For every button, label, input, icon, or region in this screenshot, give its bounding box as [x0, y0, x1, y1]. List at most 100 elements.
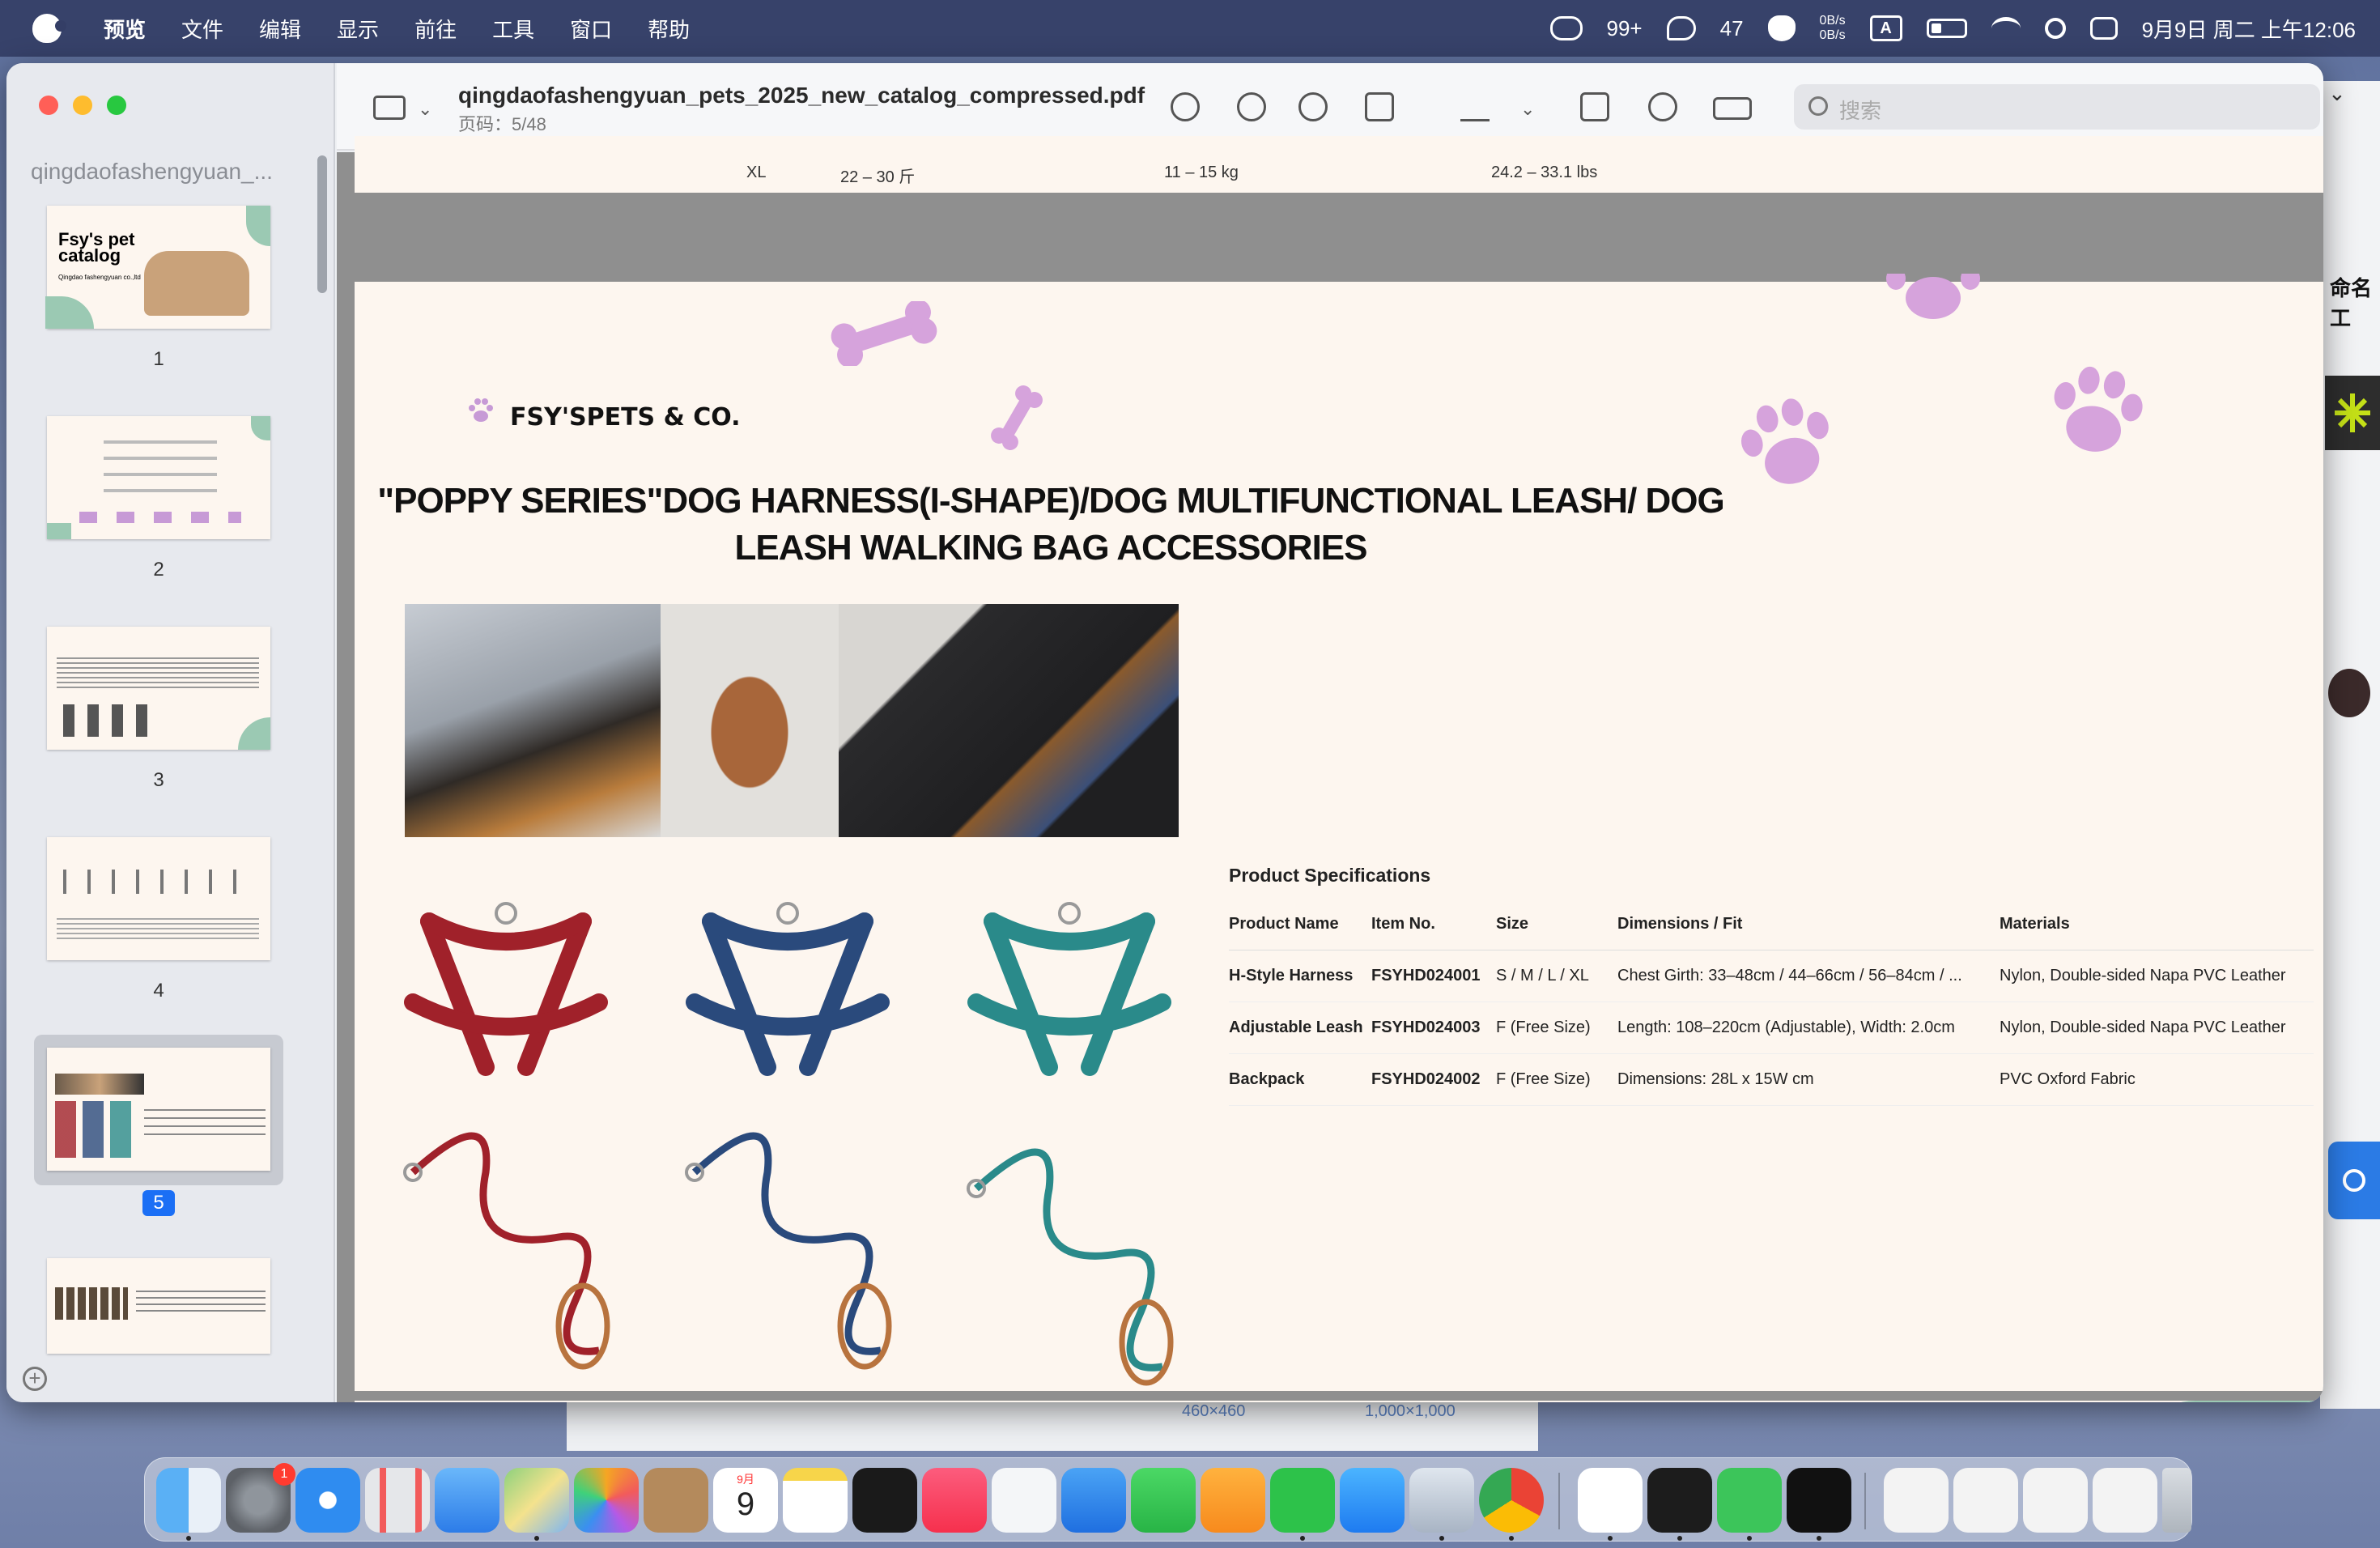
highlight-pen-icon[interactable] [1460, 92, 1490, 121]
photos-icon[interactable] [574, 1468, 639, 1533]
menu-tools[interactable]: 工具 [492, 14, 534, 44]
minimized-window-thumbnail[interactable] [1953, 1468, 2018, 1533]
info-icon[interactable] [1171, 92, 1200, 121]
finder-icon[interactable] [156, 1468, 221, 1533]
safari-icon[interactable] [295, 1468, 360, 1533]
harness-closeup-photo [839, 604, 1179, 837]
chevron-down-icon[interactable]: ⌄ [1520, 99, 1535, 120]
add-page-icon[interactable]: + [23, 1367, 47, 1391]
calendar-day: 9 [736, 1486, 755, 1522]
spotlight-search-icon[interactable] [2044, 18, 2066, 39]
red-leash-image [403, 1132, 610, 1370]
zoom-out-icon[interactable] [1237, 92, 1266, 121]
thumbnail-page-5[interactable] [47, 1048, 270, 1171]
terminal-icon[interactable] [1647, 1468, 1712, 1533]
keynote-icon[interactable] [1061, 1468, 1126, 1533]
network-speed[interactable]: 0B/s 0B/s [1820, 14, 1846, 43]
menu-preview[interactable]: 预览 [104, 14, 146, 44]
size-label: XL [746, 164, 767, 181]
spec-cell: F (Free Size) [1496, 1053, 1617, 1106]
page-title-line-2: LEASH WALKING BAG ACCESSORIES [734, 528, 1368, 568]
spec-header-size: Size [1496, 904, 1617, 950]
markup-icon[interactable] [1648, 92, 1677, 121]
menu-view[interactable]: 显示 [337, 14, 379, 44]
freeform-icon[interactable] [992, 1468, 1056, 1533]
close-button[interactable] [39, 96, 58, 115]
app-logo-icon[interactable] [2325, 376, 2380, 450]
spec-cell: Nylon, Double-sided Napa PVC Leather [2000, 950, 2314, 1002]
avatar[interactable] [2328, 669, 2370, 717]
spec-cell: Adjustable Leash [1229, 1002, 1371, 1054]
brand-paw-icon [469, 398, 493, 422]
messages-icon[interactable] [1717, 1468, 1782, 1533]
launchpad-icon[interactable] [365, 1468, 430, 1533]
bone-decoration-icon [831, 301, 937, 366]
menu-window[interactable]: 窗口 [570, 14, 612, 44]
music-icon[interactable] [922, 1468, 987, 1533]
wechat-count: 99+ [1606, 15, 1643, 40]
battery-icon[interactable] [1926, 19, 1967, 38]
chrome-icon[interactable] [1479, 1468, 1544, 1533]
wechat-icon[interactable] [1270, 1468, 1335, 1533]
chevron-down-icon[interactable]: ⌄ [418, 99, 432, 120]
minimized-window-thumbnail[interactable] [2023, 1468, 2088, 1533]
calendar-month: 9月 [737, 1473, 754, 1486]
thumbnail-page-1[interactable]: Fsy's pet catalog Qingdao fashengyuan co… [45, 206, 270, 329]
minimized-window-thumbnail[interactable] [1884, 1468, 1949, 1533]
search-field[interactable]: 搜索 [1794, 84, 2320, 130]
page-number-2: 2 [153, 559, 164, 580]
signature-icon[interactable] [1713, 97, 1752, 120]
apple-tv-icon[interactable] [852, 1468, 917, 1533]
background-dimension-1: 460×460 [1182, 1402, 1246, 1420]
share-icon[interactable] [1365, 92, 1394, 121]
document-view[interactable]: XL 22 – 30 斤 11 – 15 kg 24.2 – 33.1 lbs [337, 136, 2323, 1402]
menu-file[interactable]: 文件 [181, 14, 223, 44]
sidebar-scrollbar[interactable] [317, 155, 327, 293]
page-title-line-1: "POPPY SERIES"DOG HARNESS(I-SHAPE)/DOG M… [377, 481, 1725, 521]
wifi-icon[interactable] [1991, 17, 2021, 40]
app-store-icon[interactable] [1340, 1468, 1405, 1533]
wechat-status-icon[interactable] [1549, 16, 1583, 40]
rotate-icon[interactable] [1580, 92, 1609, 121]
trash-icon[interactable] [2162, 1468, 2191, 1533]
thumbnail-page-6[interactable] [47, 1258, 270, 1354]
minimize-button[interactable] [73, 96, 92, 115]
zoom-in-icon[interactable] [1298, 92, 1328, 121]
menu-edit[interactable]: 编辑 [259, 14, 301, 44]
calendar-icon[interactable]: 9月 9 [713, 1468, 778, 1533]
table-row: Adjustable Leash FSYHD024003 F (Free Siz… [1229, 1002, 2314, 1054]
zoom-button[interactable] [107, 96, 126, 115]
menubar-clock[interactable]: 9月9日 周二 上午12:06 [2142, 14, 2356, 44]
chevron-down-icon[interactable]: ⌄ [2328, 81, 2346, 106]
thumbnail-page-2[interactable] [47, 416, 270, 539]
contacts-icon[interactable] [644, 1468, 708, 1533]
floating-assistant-button[interactable] [2328, 1142, 2380, 1219]
menu-go[interactable]: 前往 [414, 14, 457, 44]
menu-help[interactable]: 帮助 [648, 14, 690, 44]
chat-bubble-icon[interactable] [1666, 16, 1696, 40]
numbers-icon[interactable] [1131, 1468, 1196, 1533]
input-method-icon[interactable]: A [1869, 15, 1902, 41]
cat-status-icon[interactable] [1767, 15, 1796, 41]
thumbnail-page-4[interactable] [47, 837, 270, 960]
preview-icon[interactable] [1409, 1468, 1474, 1533]
control-center-icon[interactable] [2089, 17, 2118, 40]
spec-header-item-no: Item No. [1371, 904, 1496, 950]
brand-name: FSY'SPETS & CO. [510, 403, 741, 432]
minimized-window-thumbnail[interactable] [2093, 1468, 2157, 1533]
teal-leash-image [967, 1148, 1174, 1386]
sidebar-toggle-icon[interactable] [373, 96, 406, 120]
apple-menu-icon[interactable] [32, 14, 66, 43]
pages-icon[interactable] [1201, 1468, 1265, 1533]
github-icon[interactable] [1787, 1468, 1851, 1533]
mail-icon[interactable] [435, 1468, 499, 1533]
notes-icon[interactable] [783, 1468, 848, 1533]
size-kg: 11 – 15 kg [1164, 164, 1239, 181]
teal-harness-image [967, 902, 1171, 1076]
spec-title: Product Specifications [1229, 865, 1431, 886]
maps-icon[interactable] [504, 1468, 569, 1533]
qq-icon[interactable] [1578, 1468, 1643, 1533]
table-row: Backpack FSYHD024002 F (Free Size) Dimen… [1229, 1053, 2314, 1106]
window-controls [39, 96, 126, 115]
thumbnail-page-3[interactable] [47, 627, 270, 750]
